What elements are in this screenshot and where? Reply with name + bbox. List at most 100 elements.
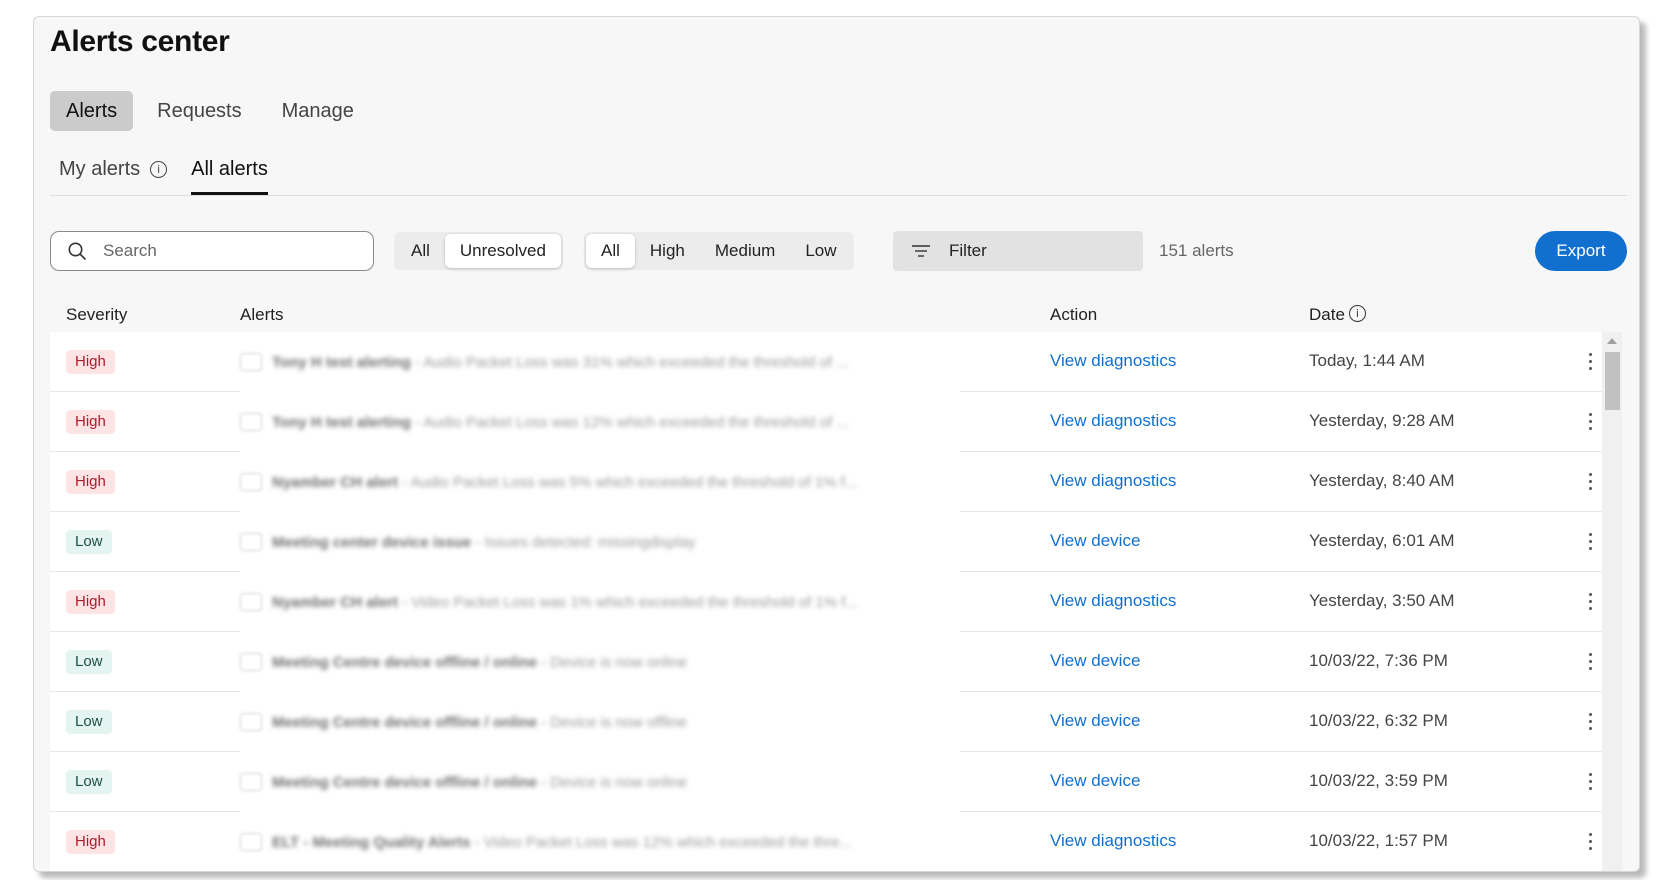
info-icon[interactable]: i <box>1348 304 1366 322</box>
subtab-my-alerts[interactable]: My alerts i <box>59 153 168 195</box>
alert-detail: Audio Packet Loss was 12% which exceeded… <box>423 413 849 431</box>
column-alerts-label: Alerts <box>240 305 284 324</box>
column-header-severity[interactable]: Severity <box>66 305 127 325</box>
tab-alerts[interactable]: Alerts <box>50 91 134 131</box>
column-header-date[interactable]: Date i <box>1309 304 1366 325</box>
alert-cell[interactable]: Meeting Centre device offline / online -… <box>240 632 960 692</box>
table-scrollbar[interactable] <box>1602 332 1622 871</box>
date-cell: Yesterday, 8:40 AM <box>1309 471 1455 490</box>
table-row[interactable]: Low Meeting Centre device offline / onli… <box>50 752 1617 812</box>
status-option-unresolved[interactable]: Unresolved <box>444 234 561 268</box>
kebab-menu-icon[interactable] <box>1584 586 1596 616</box>
kebab-menu-icon[interactable] <box>1584 706 1596 736</box>
table-row[interactable]: Low Meeting center device issue - Issues… <box>50 512 1617 572</box>
alert-title: Tony H test alerting <box>272 413 411 431</box>
column-header-alerts[interactable]: Alerts <box>240 305 283 325</box>
severity-option-all[interactable]: All <box>586 234 635 268</box>
action-link[interactable]: View diagnostics <box>1050 471 1176 491</box>
action-link[interactable]: View device <box>1050 651 1140 671</box>
info-icon[interactable]: i <box>150 161 168 178</box>
kebab-menu-icon[interactable] <box>1584 766 1596 796</box>
kebab-menu-icon[interactable] <box>1584 646 1596 676</box>
alert-cell[interactable]: Meeting center device issue - Issues det… <box>240 512 960 572</box>
device-icon <box>240 713 262 731</box>
table-row[interactable]: High Tony H test alerting - Audio Packet… <box>50 392 1617 452</box>
tabs-divider <box>50 195 1627 196</box>
alert-cell[interactable]: ELT - Meeting Quality Alerts - Video Pac… <box>240 812 960 871</box>
severity-cell: Low <box>66 770 112 794</box>
alert-detail: Audio Packet Loss was 5% which exceeded … <box>410 473 858 491</box>
alert-detail: Device is now offline <box>550 713 687 731</box>
filter-icon <box>912 245 930 257</box>
kebab-menu-icon[interactable] <box>1584 526 1596 556</box>
alerts-table-body: High Tony H test alerting - Audio Packet… <box>50 332 1617 871</box>
table-row[interactable]: Low Meeting Centre device offline / onli… <box>50 692 1617 752</box>
severity-badge: Low <box>66 710 112 734</box>
table-row[interactable]: High Nyamber CH alert - Video Packet Los… <box>50 572 1617 632</box>
device-icon <box>240 833 262 851</box>
table-header: Severity Alerts Action Date i <box>50 291 1627 331</box>
action-link[interactable]: View diagnostics <box>1050 831 1176 851</box>
severity-badge: Low <box>66 530 112 554</box>
table-row[interactable]: High Nyamber CH alert - Audio Packet Los… <box>50 452 1617 512</box>
alert-title: Nyamber CH alert <box>272 593 398 611</box>
kebab-menu-icon[interactable] <box>1584 826 1596 856</box>
severity-option-high[interactable]: High <box>635 234 700 268</box>
main-tabs: Alerts Requests Manage <box>50 91 378 131</box>
device-icon <box>240 773 262 791</box>
alert-text: Meeting Centre device offline / online -… <box>272 773 688 791</box>
date-cell: 10/03/22, 7:36 PM <box>1309 651 1448 670</box>
device-icon <box>240 533 262 551</box>
alert-cell[interactable]: Tony H test alerting - Audio Packet Loss… <box>240 392 960 452</box>
tab-requests[interactable]: Requests <box>141 91 258 131</box>
severity-badge: High <box>66 410 115 434</box>
action-link[interactable]: View diagnostics <box>1050 351 1176 371</box>
device-icon <box>240 473 262 491</box>
status-option-all[interactable]: All <box>396 234 445 268</box>
action-link[interactable]: View diagnostics <box>1050 591 1176 611</box>
action-link[interactable]: View device <box>1050 531 1140 551</box>
date-cell: 10/03/22, 1:57 PM <box>1309 831 1448 850</box>
device-icon <box>240 353 262 371</box>
date-cell: Yesterday, 6:01 AM <box>1309 531 1455 550</box>
export-button[interactable]: Export <box>1535 231 1627 271</box>
severity-badge: Low <box>66 650 112 674</box>
table-row[interactable]: High ELT - Meeting Quality Alerts - Vide… <box>50 812 1617 871</box>
action-link[interactable]: View device <box>1050 711 1140 731</box>
column-date-label: Date <box>1309 305 1345 324</box>
action-link[interactable]: View device <box>1050 771 1140 791</box>
alert-cell[interactable]: Nyamber CH alert - Video Packet Loss was… <box>240 572 960 632</box>
tab-manage[interactable]: Manage <box>266 91 370 131</box>
device-icon <box>240 413 262 431</box>
alert-cell[interactable]: Tony H test alerting - Audio Packet Loss… <box>240 332 960 392</box>
alert-cell[interactable]: Meeting Centre device offline / online -… <box>240 692 960 752</box>
alert-title: ELT - Meeting Quality Alerts <box>272 833 471 851</box>
subtab-all-alerts[interactable]: All alerts <box>191 153 268 195</box>
action-link[interactable]: View diagnostics <box>1050 411 1176 431</box>
alerts-count: 151 alerts <box>1159 241 1234 260</box>
severity-cell: High <box>66 410 115 434</box>
severity-badge: Low <box>66 770 112 794</box>
search-input[interactable] <box>101 240 345 262</box>
table-row[interactable]: Low Meeting Centre device offline / onli… <box>50 632 1617 692</box>
search-box[interactable] <box>50 231 374 271</box>
alert-text: Meeting center device issue - Issues det… <box>272 533 696 551</box>
severity-option-medium[interactable]: Medium <box>700 234 790 268</box>
alert-cell[interactable]: Meeting Centre device offline / online -… <box>240 752 960 812</box>
alert-cell[interactable]: Nyamber CH alert - Audio Packet Loss was… <box>240 452 960 512</box>
filter-button[interactable]: Filter <box>893 231 1143 271</box>
kebab-menu-icon[interactable] <box>1584 406 1596 436</box>
kebab-menu-icon[interactable] <box>1584 466 1596 496</box>
severity-option-low[interactable]: Low <box>790 234 851 268</box>
date-cell: 10/03/22, 3:59 PM <box>1309 771 1448 790</box>
alert-text: Meeting Centre device offline / online -… <box>272 653 688 671</box>
filter-label: Filter <box>949 241 987 260</box>
alert-title: Meeting Centre device offline / online <box>272 653 538 671</box>
scroll-up-arrow-icon[interactable] <box>1607 338 1617 344</box>
alert-text: ELT - Meeting Quality Alerts - Video Pac… <box>272 833 852 851</box>
alert-title: Meeting Centre device offline / online <box>272 713 538 731</box>
scrollbar-thumb[interactable] <box>1605 352 1620 410</box>
table-row[interactable]: High Tony H test alerting - Audio Packet… <box>50 332 1617 392</box>
kebab-menu-icon[interactable] <box>1584 346 1596 376</box>
column-header-action[interactable]: Action <box>1050 305 1097 325</box>
